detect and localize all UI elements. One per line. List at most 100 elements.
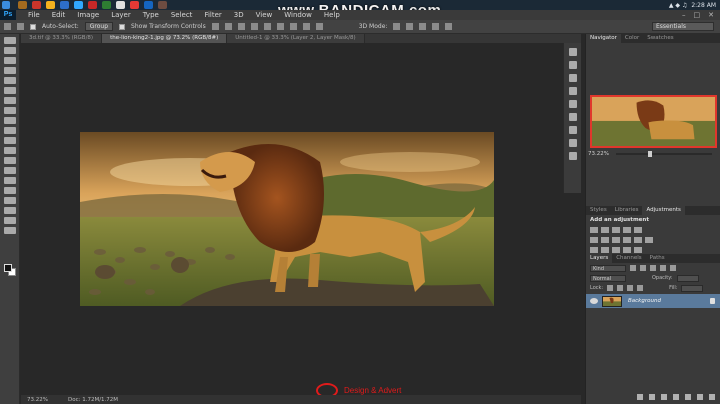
filter-adjustment-icon[interactable]: [640, 265, 646, 271]
pen-tool-icon[interactable]: [4, 177, 16, 184]
opacity-input[interactable]: [676, 274, 699, 282]
menu-select[interactable]: Select: [165, 10, 199, 20]
foreground-color-swatch[interactable]: [4, 264, 12, 272]
filter-smart-icon[interactable]: [670, 265, 676, 271]
move-tool-icon[interactable]: [4, 23, 11, 30]
taskbar-app-icon[interactable]: [102, 1, 111, 9]
properties-panel-icon[interactable]: [568, 74, 577, 82]
menu-file[interactable]: File: [22, 10, 46, 20]
eyedropper-tool-icon[interactable]: [4, 87, 16, 94]
fill-input[interactable]: [681, 284, 704, 292]
new-layer-icon[interactable]: [697, 394, 703, 400]
distribute-icon[interactable]: [289, 23, 297, 30]
clone-source-panel-icon[interactable]: [568, 139, 577, 147]
align-center-icon[interactable]: [263, 23, 271, 30]
doc-tab-3d[interactable]: 3d.tif @ 33.3% (RGB/8): [21, 34, 103, 43]
shape-tool-icon[interactable]: [4, 207, 16, 214]
filter-shape-icon[interactable]: [660, 265, 666, 271]
menu-filter[interactable]: Filter: [198, 10, 227, 20]
canvas-area[interactable]: [21, 43, 581, 395]
selective-color-icon[interactable]: [634, 247, 642, 253]
align-right-icon[interactable]: [276, 23, 284, 30]
blur-tool-icon[interactable]: [4, 157, 16, 164]
type-tool-icon[interactable]: [4, 187, 16, 194]
close-icon[interactable]: ✕: [708, 11, 714, 19]
tab-channels[interactable]: Channels: [612, 254, 645, 263]
lock-transparent-icon[interactable]: [607, 285, 614, 291]
lock-all-icon[interactable]: [637, 285, 644, 291]
auto-select-checkbox[interactable]: [30, 23, 36, 30]
align-top-icon[interactable]: [211, 23, 219, 30]
history-panel-icon[interactable]: [568, 48, 577, 56]
tab-navigator[interactable]: Navigator: [586, 34, 621, 43]
clone-stamp-tool-icon[interactable]: [4, 117, 16, 124]
layer-name[interactable]: Background: [628, 298, 661, 304]
menu-window[interactable]: Window: [278, 10, 318, 20]
character-panel-icon[interactable]: [568, 100, 577, 108]
zoom-tool-icon[interactable]: [4, 227, 16, 234]
posterize-icon[interactable]: [601, 247, 609, 253]
hand-tool-icon[interactable]: [4, 217, 16, 224]
new-group-icon[interactable]: [685, 394, 691, 400]
align-middle-icon[interactable]: [224, 23, 232, 30]
taskbar-app-icon[interactable]: [158, 1, 167, 9]
transform-controls-checkbox[interactable]: [119, 23, 126, 30]
photo-filter-icon[interactable]: [623, 237, 631, 243]
menu-layer[interactable]: Layer: [105, 10, 137, 20]
visibility-eye-icon[interactable]: [590, 298, 598, 304]
tab-libraries[interactable]: Libraries: [611, 206, 643, 215]
brush-tool-icon[interactable]: [4, 107, 16, 114]
layer-kind-filter[interactable]: Kind: [590, 264, 626, 272]
black-white-icon[interactable]: [612, 237, 620, 243]
navigator-zoom[interactable]: 73.22%: [588, 151, 609, 157]
distribute-icon[interactable]: [302, 23, 310, 30]
gradient-map-icon[interactable]: [623, 247, 631, 253]
vibrance-icon[interactable]: [634, 227, 642, 233]
menu-type[interactable]: Type: [137, 10, 165, 20]
taskbar-app-icon[interactable]: [32, 1, 41, 9]
clock[interactable]: 2:28 AM: [691, 2, 716, 9]
actions-panel-icon[interactable]: [568, 61, 577, 69]
taskbar-app-icon[interactable]: [60, 1, 69, 9]
brightness-icon[interactable]: [590, 227, 598, 233]
windows-start-icon[interactable]: [2, 1, 10, 9]
levels-icon[interactable]: [601, 227, 609, 233]
menu-edit[interactable]: Edit: [46, 10, 72, 20]
doc-tab-untitled[interactable]: Untitled-1 @ 33.3% (Layer 2, Layer Mask/…: [227, 34, 365, 43]
history-brush-tool-icon[interactable]: [4, 127, 16, 134]
distribute-icon[interactable]: [315, 23, 323, 30]
menu-help[interactable]: Help: [318, 10, 346, 20]
move-tool-icon[interactable]: [4, 37, 16, 44]
color-balance-icon[interactable]: [601, 237, 609, 243]
navigator-zoom-slider-knob[interactable]: [648, 151, 652, 157]
delete-layer-icon[interactable]: [709, 394, 715, 400]
menu-3d[interactable]: 3D: [228, 10, 250, 20]
tab-swatches[interactable]: Swatches: [643, 34, 677, 43]
menu-image[interactable]: Image: [71, 10, 105, 20]
taskbar-app-icon[interactable]: [88, 1, 97, 9]
layer-mask-icon[interactable]: [661, 394, 667, 400]
status-zoom[interactable]: 73.22%: [27, 397, 48, 403]
tab-layers[interactable]: Layers: [586, 254, 613, 263]
navigator-zoom-slider[interactable]: [616, 151, 712, 157]
channel-mixer-icon[interactable]: [634, 237, 642, 243]
color-lookup-icon[interactable]: [645, 237, 653, 243]
lion-king-image[interactable]: [80, 132, 494, 306]
layer-row-background[interactable]: Background: [586, 294, 720, 308]
taskbar-app-icon[interactable]: [18, 1, 27, 9]
taskbar-app-icon[interactable]: [46, 1, 55, 9]
taskbar-app-icon[interactable]: [144, 1, 153, 9]
tool-presets-panel-icon[interactable]: [568, 152, 577, 160]
minimize-icon[interactable]: –: [682, 11, 686, 19]
lock-pixels-icon[interactable]: [617, 285, 624, 291]
taskbar-app-icon[interactable]: [130, 1, 139, 9]
tab-color[interactable]: Color: [621, 34, 643, 43]
paragraph-panel-icon[interactable]: [568, 113, 577, 121]
workspace-dropdown[interactable]: Essentials: [652, 22, 714, 31]
3d-orbit-icon[interactable]: [393, 23, 401, 30]
hue-saturation-icon[interactable]: [590, 237, 598, 243]
dodge-tool-icon[interactable]: [4, 167, 16, 174]
taskbar-app-icon[interactable]: [116, 1, 125, 9]
layer-style-icon[interactable]: [649, 394, 655, 400]
tray-icons[interactable]: ▲ ◆ ♫: [669, 2, 687, 9]
